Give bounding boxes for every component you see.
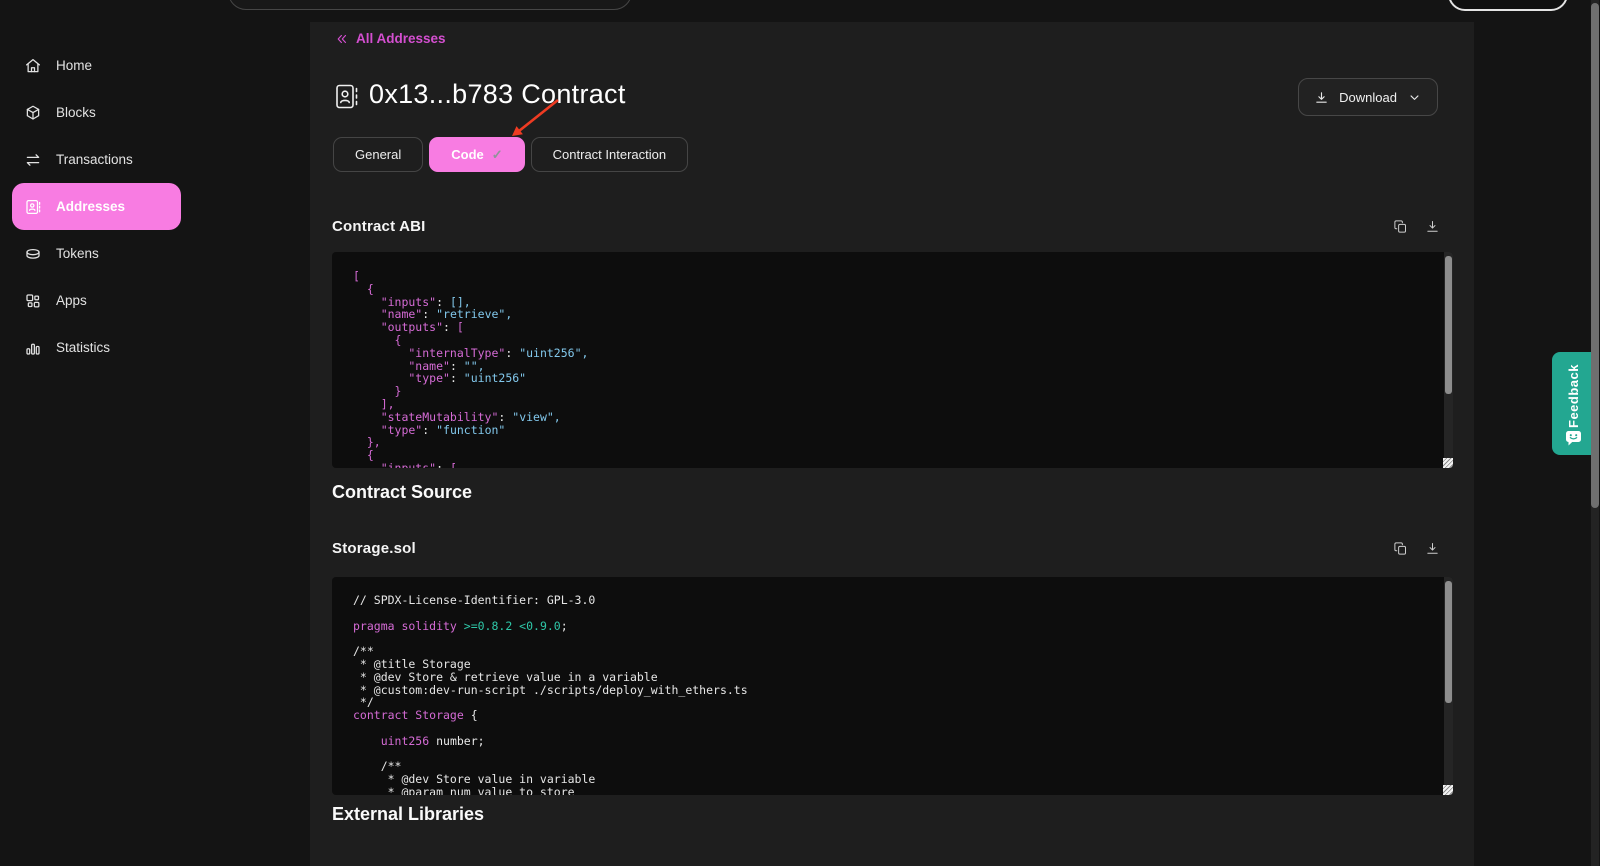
download-abi-button[interactable] [1425,219,1440,234]
storage-sol-header: Storage.sol [332,538,1440,558]
abi-code: [ { "inputs": [], "name": "retrieve", "o… [332,252,1453,468]
code-line [353,722,1453,735]
code-scrollbar[interactable] [1444,252,1453,468]
tab-code[interactable]: Code ✓ [429,137,524,172]
sidebar-item-label: Addresses [56,199,125,214]
code-line: * @custom:dev-run-script ./scripts/deplo… [353,684,1453,697]
code-line [353,632,1453,645]
code-line: } [353,385,1453,398]
cube-icon [24,104,42,122]
code-line: uint256 number; [353,735,1453,748]
apps-grid-icon [24,292,42,310]
contact-card-icon [24,198,42,216]
checkmark-icon: ✓ [492,147,503,163]
tab-label: Contract Interaction [553,147,666,162]
contract-source-heading: Contract Source [332,482,472,503]
sidebar-item-transactions[interactable]: Transactions [12,136,181,183]
bar-chart-icon [24,339,42,357]
copy-abi-button[interactable] [1393,219,1408,234]
code-line: "internalType": "uint256", [353,347,1453,360]
code-scrollbar-thumb[interactable] [1445,256,1452,394]
code-line: */ [353,696,1453,709]
tab-label: General [355,147,401,162]
code-line: [ [353,270,1453,283]
code-scrollbar[interactable] [1444,577,1453,795]
sidebar-item-label: Statistics [56,340,110,355]
code-line: "inputs": [], [353,296,1453,309]
page-title: 0x13...b783 Contract [369,79,626,110]
code-line: "name": "retrieve", [353,308,1453,321]
contract-card-icon [335,82,359,117]
download-button-label: Download [1339,90,1397,105]
code-line: "type": "function" [353,424,1453,437]
source-code: // SPDX-License-Identifier: GPL-3.0 prag… [332,577,1453,795]
code-line: }, [353,436,1453,449]
feedback-tab[interactable]: Feedback [1552,352,1594,455]
contract-abi-title: Contract ABI [332,218,426,235]
back-to-all-addresses-link[interactable]: All Addresses [335,31,446,46]
resize-grip[interactable] [1443,458,1453,468]
feedback-label: Feedback [1566,364,1581,428]
page-scrollbar[interactable] [1591,0,1599,866]
content-panel: All Addresses 0x13...b783 Contract Downl… [310,22,1474,866]
code-line: // SPDX-License-Identifier: GPL-3.0 [353,594,1453,607]
tab-label: Code [451,147,484,162]
feedback-chat-icon [1565,430,1582,446]
code-line: { [353,449,1453,462]
sidebar-item-label: Tokens [56,246,99,261]
code-line: "stateMutability": "view", [353,411,1453,424]
download-source-button[interactable] [1425,541,1440,556]
double-chevron-left-icon [335,32,349,46]
chevron-down-icon [1407,90,1422,105]
sidebar: Home Blocks Transactions Addresses Token… [0,0,308,866]
sidebar-item-addresses[interactable]: Addresses [12,183,181,230]
sidebar-item-blocks[interactable]: Blocks [12,89,181,136]
sidebar-item-label: Home [56,58,92,73]
download-icon [1314,90,1329,105]
code-line: "outputs": [ [353,321,1453,334]
tab-general[interactable]: General [333,137,423,172]
sidebar-item-tokens[interactable]: Tokens [12,230,181,277]
copy-source-button[interactable] [1393,541,1408,556]
download-button[interactable]: Download [1298,78,1438,116]
contract-abi-header: Contract ABI [332,216,1440,236]
resize-grip[interactable] [1443,785,1453,795]
code-line [353,748,1453,761]
storage-sol-title: Storage.sol [332,540,416,557]
back-link-label: All Addresses [356,31,446,46]
code-line: "inputs": [ [353,462,1453,468]
copy-icon [1393,219,1408,234]
code-line: { [353,283,1453,296]
page-scrollbar-thumb[interactable] [1591,3,1599,508]
code-line: contract Storage { [353,709,1453,722]
code-line: pragma solidity >=0.8.2 <0.9.0; [353,620,1453,633]
sidebar-item-label: Transactions [56,152,133,167]
tab-contract-interaction[interactable]: Contract Interaction [531,137,688,172]
sidebar-item-statistics[interactable]: Statistics [12,324,181,371]
download-icon [1425,219,1440,234]
tab-bar: General Code ✓ Contract Interaction [333,137,688,172]
code-line: * @param num value to store [353,786,1453,795]
app-root: Home Blocks Transactions Addresses Token… [0,0,1600,866]
topbar-button-partial[interactable] [1448,0,1568,11]
swap-arrows-icon [24,151,42,169]
download-icon [1425,541,1440,556]
sidebar-item-home[interactable]: Home [12,42,181,89]
external-libraries-heading: External Libraries [332,804,484,825]
sidebar-item-label: Apps [56,293,87,308]
storage-sol-code-block[interactable]: // SPDX-License-Identifier: GPL-3.0 prag… [332,577,1453,795]
code-scrollbar-thumb[interactable] [1445,581,1452,703]
copy-icon [1393,541,1408,556]
sidebar-item-apps[interactable]: Apps [12,277,181,324]
sidebar-item-label: Blocks [56,105,96,120]
code-line: "type": "uint256" [353,372,1453,385]
home-icon [24,57,42,75]
coin-icon [24,245,42,263]
code-line: /** [353,645,1453,658]
contract-abi-code-block[interactable]: [ { "inputs": [], "name": "retrieve", "o… [332,252,1453,468]
